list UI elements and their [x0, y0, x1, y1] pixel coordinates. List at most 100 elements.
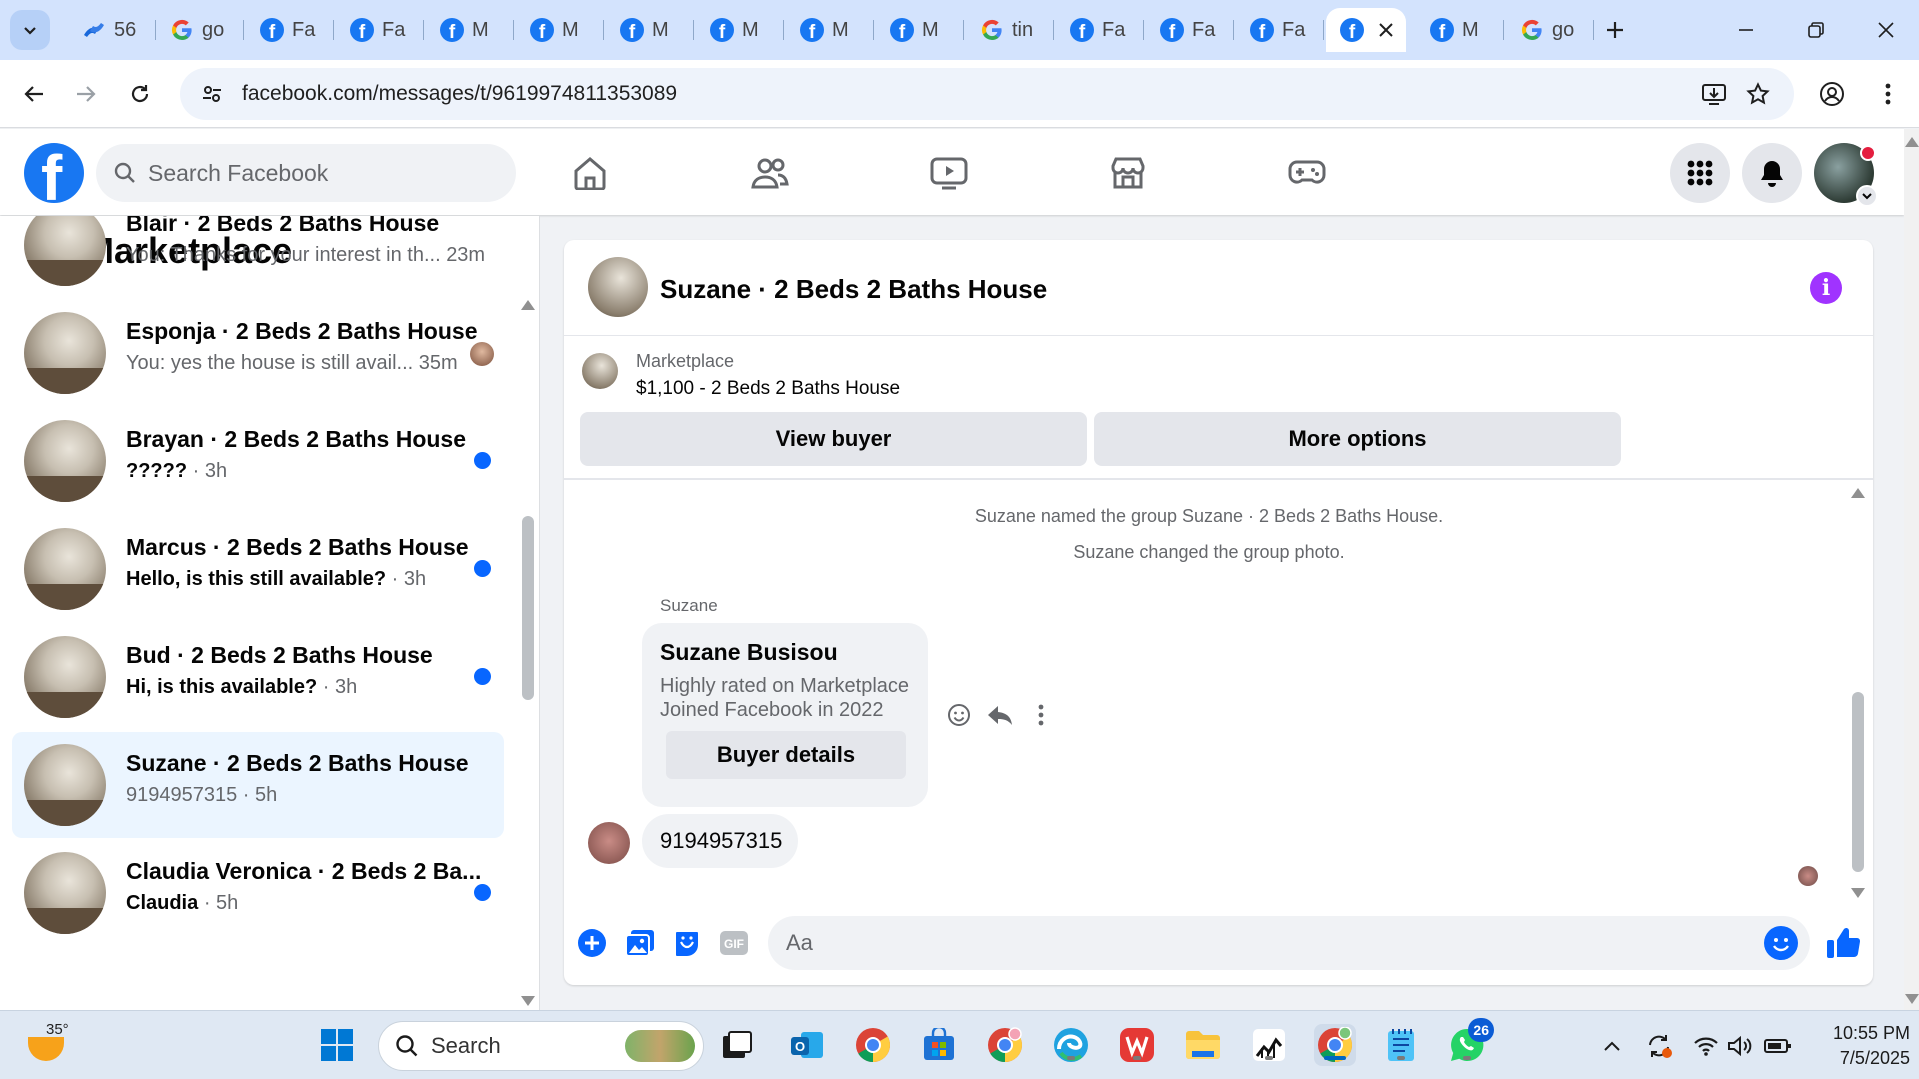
browser-tab[interactable]: f Fa — [1056, 8, 1144, 52]
sync-status-button[interactable] — [1645, 1033, 1673, 1059]
more-options-button[interactable]: More options — [1094, 412, 1621, 466]
taskbar-task-view[interactable] — [716, 1024, 758, 1066]
scrollbar-thumb[interactable] — [522, 516, 534, 700]
close-tab-icon[interactable] — [1378, 22, 1394, 38]
browser-tab[interactable]: tin — [966, 8, 1054, 52]
restore-button[interactable] — [1796, 12, 1836, 48]
browser-tab[interactable]: fM — [606, 8, 694, 52]
conversation-item[interactable]: Claudia Veronica · 2 Beds 2 Ba... Claudia… — [12, 840, 504, 946]
taskbar-file-explorer[interactable] — [1182, 1024, 1224, 1066]
volume-button[interactable] — [1727, 1033, 1755, 1059]
wifi-button[interactable] — [1692, 1033, 1720, 1059]
account-menu-chevron[interactable] — [1856, 185, 1878, 207]
nav-marketplace[interactable] — [1068, 141, 1188, 205]
taskbar-notepad[interactable] — [1380, 1024, 1422, 1066]
site-info-button[interactable] — [194, 76, 230, 112]
conversation-item[interactable]: Suzane · 2 Beds 2 Baths House 9194957315 … — [12, 732, 504, 838]
close-window-button[interactable] — [1866, 12, 1906, 48]
facebook-logo[interactable]: f — [24, 143, 84, 203]
page-scrollbar[interactable] — [1904, 129, 1919, 1010]
show-hidden-icons-button[interactable] — [1598, 1033, 1626, 1059]
browser-tab[interactable]: go — [156, 8, 244, 52]
taskbar-chrome-profile[interactable] — [984, 1024, 1026, 1066]
taskbar-store[interactable] — [918, 1024, 960, 1066]
chat-avatar[interactable] — [588, 257, 648, 317]
browser-tab[interactable]: fM — [876, 8, 964, 52]
install-app-button[interactable] — [1696, 76, 1732, 112]
browser-tab[interactable]: f Fa — [246, 8, 334, 52]
taskbar-wps[interactable] — [1116, 1024, 1158, 1066]
conversation-item[interactable]: Esponja · 2 Beds 2 Baths House You: yes t… — [12, 300, 504, 406]
scroll-down-arrow[interactable] — [521, 996, 535, 1006]
view-buyer-button[interactable]: View buyer — [580, 412, 1087, 466]
message-input[interactable]: Aa — [768, 916, 1810, 970]
weather-widget[interactable]: 35° — [28, 1021, 72, 1065]
conversation-item[interactable]: Bud · 2 Beds 2 Baths House Hi, is this av… — [12, 624, 504, 730]
new-tab-button[interactable] — [1598, 13, 1632, 47]
taskbar-outlook[interactable]: O — [786, 1024, 828, 1066]
attach-photo-button[interactable] — [623, 926, 657, 960]
start-button[interactable] — [316, 1024, 358, 1066]
taskbar-chrome[interactable] — [852, 1024, 894, 1066]
browser-tab[interactable]: fM — [1416, 8, 1504, 52]
browser-tab[interactable]: go — [1506, 8, 1594, 52]
back-button[interactable] — [16, 76, 52, 112]
taskbar-edge[interactable] — [1050, 1024, 1092, 1066]
facebook-search-input[interactable]: Search Facebook — [96, 144, 516, 202]
chat-title[interactable]: Suzane · 2 Beds 2 Baths House — [660, 274, 1047, 305]
url-text[interactable]: facebook.com/messages/t/9619974811353089 — [242, 82, 677, 106]
scroll-down-arrow[interactable] — [1851, 888, 1865, 898]
nav-home[interactable] — [530, 141, 650, 205]
more-actions-button[interactable] — [1026, 700, 1056, 730]
forward-button[interactable] — [68, 76, 104, 112]
taskbar-stocks-app[interactable] — [1248, 1024, 1290, 1066]
listing-thumbnail[interactable] — [582, 353, 618, 389]
profile-button[interactable] — [1814, 76, 1850, 112]
browser-tab[interactable]: fM — [516, 8, 604, 52]
taskbar-whatsapp[interactable]: 26 — [1446, 1018, 1494, 1066]
reload-button[interactable] — [122, 76, 158, 112]
menu-button[interactable] — [1670, 143, 1730, 203]
scroll-down-arrow[interactable] — [1905, 994, 1919, 1004]
sidebar-scrollbar[interactable] — [521, 300, 535, 1006]
minimize-button[interactable] — [1726, 12, 1766, 48]
more-actions-plus-button[interactable] — [575, 926, 609, 960]
emoji-button[interactable] — [1764, 926, 1798, 960]
like-button[interactable] — [1824, 923, 1864, 963]
browser-tab[interactable]: f Fa — [1236, 8, 1324, 52]
browser-tab[interactable]: fM — [786, 8, 874, 52]
taskbar-chrome-active[interactable] — [1314, 1024, 1356, 1066]
conversation-item[interactable]: Marcus · 2 Beds 2 Baths House Hello, is t… — [12, 516, 504, 622]
bookmark-button[interactable] — [1740, 76, 1776, 112]
browser-tab[interactable]: f Fa — [1146, 8, 1234, 52]
browser-tab[interactable]: fM — [426, 8, 514, 52]
system-clock[interactable]: 10:55 PM 7/5/2025 — [1800, 1021, 1910, 1071]
conversation-item[interactable]: Brayan · 2 Beds 2 Baths House????? · 3h — [12, 408, 504, 514]
scrollbar-thumb[interactable] — [1852, 692, 1864, 872]
browser-tab[interactable]: fM — [696, 8, 784, 52]
battery-button[interactable] — [1764, 1033, 1792, 1059]
address-bar[interactable]: facebook.com/messages/t/9619974811353089 — [180, 68, 1794, 120]
listing-detail[interactable]: $1,100 - 2 Beds 2 Baths House — [636, 378, 900, 400]
react-button[interactable] — [944, 700, 974, 730]
nav-video[interactable] — [889, 141, 1009, 205]
buyer-details-button[interactable]: Buyer details — [666, 731, 906, 779]
scroll-up-arrow[interactable] — [1851, 488, 1865, 498]
notifications-button[interactable] — [1742, 143, 1802, 203]
browser-tab[interactable]: f Fa — [336, 8, 424, 52]
browser-tab[interactable]: f — [1326, 8, 1406, 52]
gif-button[interactable]: GIF — [717, 926, 751, 960]
sender-avatar[interactable] — [588, 822, 630, 864]
chrome-menu-button[interactable] — [1870, 76, 1906, 112]
message-bubble[interactable]: 9194957315 — [642, 814, 798, 868]
nav-friends[interactable] — [710, 141, 830, 205]
nav-gaming[interactable] — [1247, 141, 1367, 205]
scroll-up-arrow[interactable] — [521, 300, 535, 310]
taskbar-search[interactable]: Search — [378, 1021, 704, 1071]
browser-tab[interactable]: 56 — [68, 8, 156, 52]
account-avatar[interactable] — [1814, 143, 1878, 207]
info-icon[interactable]: i — [1810, 272, 1842, 304]
reply-button[interactable] — [985, 700, 1015, 730]
tab-search-dropdown[interactable] — [10, 10, 50, 50]
sticker-button[interactable] — [670, 926, 704, 960]
